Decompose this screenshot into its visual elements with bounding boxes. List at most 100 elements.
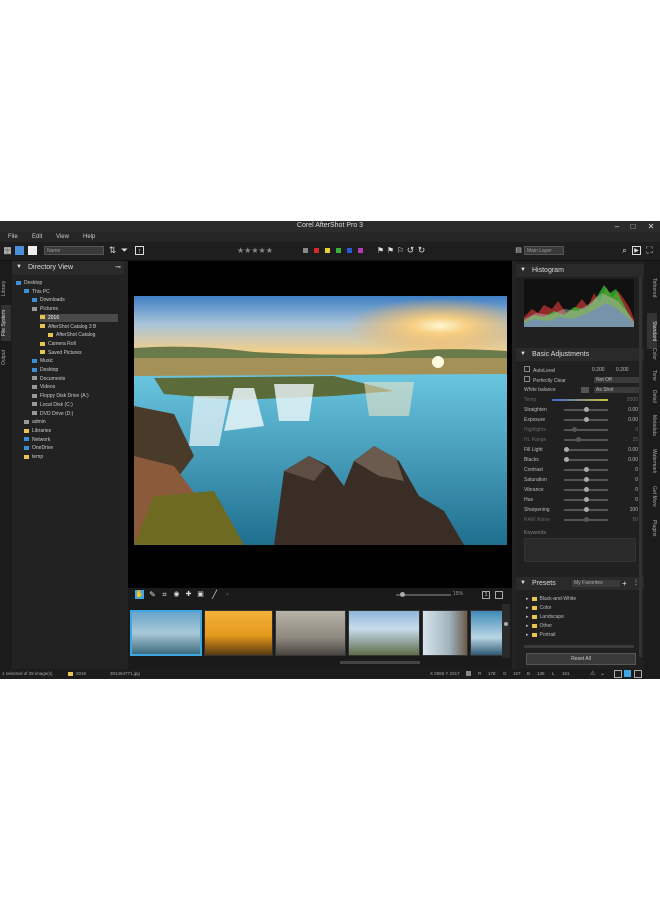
maximize-button[interactable]: □ xyxy=(626,221,640,232)
flag-reject-icon[interactable]: ⚑ xyxy=(386,246,395,255)
adjustment-value[interactable]: 25 xyxy=(618,436,638,444)
fit-icon[interactable]: 1 xyxy=(482,591,490,599)
eyedropper-icon[interactable]: ✎ xyxy=(148,590,157,599)
autolevel-low[interactable]: 0.200 xyxy=(592,366,605,374)
thumbnail[interactable] xyxy=(275,610,346,656)
adjustment-value[interactable]: 0.00 xyxy=(618,446,638,454)
tree-node[interactable]: Documents xyxy=(32,375,65,383)
expand-arrow-icon[interactable]: ▸ xyxy=(526,623,529,629)
eyedropper-icon[interactable] xyxy=(581,387,589,393)
tree-node[interactable]: 2016 xyxy=(40,313,118,322)
slider-knob[interactable] xyxy=(584,517,589,522)
autolevel-high[interactable]: 0.200 xyxy=(616,366,629,374)
crop-icon[interactable]: ⌗ xyxy=(160,590,169,599)
color-label-swatch[interactable] xyxy=(347,248,352,253)
expand-arrow-icon[interactable]: ▸ xyxy=(526,605,529,611)
tab-tone[interactable]: Tone xyxy=(647,365,657,385)
warning-icon[interactable]: ⚠ xyxy=(590,670,595,677)
thumbnail[interactable] xyxy=(348,610,420,656)
sort-direction-icon[interactable]: ⇅ xyxy=(108,246,117,255)
flag-clear-icon[interactable]: ⚐ xyxy=(396,246,405,255)
preset-folder[interactable]: ▸ Black-and-White xyxy=(526,595,576,603)
zoom-knob[interactable] xyxy=(400,592,405,597)
rotate-right-icon[interactable]: ↻ xyxy=(417,246,426,255)
chevron-down-icon[interactable]: ⌄ xyxy=(223,590,232,599)
flag-icon[interactable]: ⚑ xyxy=(376,246,385,255)
adjustment-slider[interactable] xyxy=(564,407,608,412)
adjustment-value[interactable]: 0 xyxy=(618,496,638,504)
tree-node[interactable]: DVD Drive (D:) xyxy=(32,410,73,418)
color-label-swatch[interactable] xyxy=(303,248,308,253)
adjustment-value[interactable]: 100 xyxy=(618,506,638,514)
main-photo[interactable] xyxy=(134,296,507,545)
tab-library[interactable]: Library xyxy=(1,273,11,303)
tab-watermark[interactable]: Watermark xyxy=(647,443,657,479)
slider-knob[interactable] xyxy=(584,497,589,502)
adjustment-value[interactable]: 0 xyxy=(618,426,638,434)
expand-arrow-icon[interactable]: ▸ xyxy=(526,614,529,620)
tree-node[interactable]: Pictures xyxy=(32,305,58,313)
zoom-slider[interactable] xyxy=(396,592,451,597)
keywords-field[interactable] xyxy=(524,538,636,562)
slider-knob[interactable] xyxy=(564,457,569,462)
slider-knob[interactable] xyxy=(584,407,589,412)
heal-icon[interactable]: ✚ xyxy=(184,590,193,599)
tree-node[interactable]: AfterShot Catalog 3 B xyxy=(40,323,96,331)
temp-value[interactable]: 5000 xyxy=(618,396,638,404)
tree-node[interactable]: Desktop xyxy=(16,279,42,287)
sort-select[interactable]: Name xyxy=(44,246,104,255)
adjustment-value[interactable]: 50 xyxy=(618,516,638,524)
adjustment-value[interactable]: 0.00 xyxy=(618,416,638,424)
search-icon[interactable]: ⌕ xyxy=(620,246,629,255)
hand-tool-icon[interactable]: ✋ xyxy=(135,590,144,599)
menu-edit[interactable]: Edit xyxy=(32,234,42,240)
presets-scrollbar[interactable] xyxy=(524,645,634,648)
perfectly-clear-select[interactable]: Not Off xyxy=(594,377,640,383)
tab-output[interactable]: Output xyxy=(1,345,11,369)
slider-knob[interactable] xyxy=(584,417,589,422)
adjustment-slider[interactable] xyxy=(564,517,608,522)
filmstrip-scrollbar[interactable] xyxy=(340,661,420,664)
thumbnail[interactable] xyxy=(422,610,468,656)
temp-slider[interactable] xyxy=(552,399,608,401)
adjustment-slider[interactable] xyxy=(564,417,608,422)
preset-folder[interactable]: ▸ Portrait xyxy=(526,631,556,639)
tab-detail[interactable]: Detail xyxy=(647,385,657,407)
preset-folder[interactable]: ▸ Color xyxy=(526,604,551,612)
add-preset-icon[interactable]: + xyxy=(622,577,627,590)
tree-node[interactable]: Local Disk (C:) xyxy=(32,401,73,409)
slideshow-icon[interactable]: ▶ xyxy=(632,246,641,255)
filmstrip-toggle-icon[interactable] xyxy=(495,591,503,599)
thumbnail[interactable] xyxy=(204,610,273,656)
fullscreen-icon[interactable]: ⛶ xyxy=(645,246,654,255)
adjustment-slider[interactable] xyxy=(564,427,608,432)
tab-tethered[interactable]: Tethered xyxy=(647,271,657,305)
layer-select[interactable]: Main Layer xyxy=(524,246,564,255)
collapse-arrow-icon[interactable]: ▼ xyxy=(16,264,22,270)
color-label-swatch[interactable] xyxy=(325,248,330,253)
redeye-icon[interactable]: ◉ xyxy=(172,590,181,599)
tree-node[interactable]: OneDrive xyxy=(24,444,53,452)
slider-knob[interactable] xyxy=(584,477,589,482)
tab-get-more[interactable]: Get More xyxy=(647,481,657,511)
panel-scrollbar[interactable] xyxy=(639,277,642,657)
tree-node[interactable]: Music xyxy=(32,357,53,365)
slider-knob[interactable] xyxy=(572,427,577,432)
tree-node[interactable]: admin xyxy=(24,418,46,426)
adjustment-slider[interactable] xyxy=(564,477,608,482)
single-view-icon[interactable] xyxy=(15,246,24,255)
adjustment-slider[interactable] xyxy=(564,437,608,442)
slider-knob[interactable] xyxy=(584,507,589,512)
color-label-swatch[interactable] xyxy=(336,248,341,253)
thumbnail[interactable] xyxy=(470,610,504,656)
close-button[interactable]: ✕ xyxy=(644,221,658,232)
presets-filter-select[interactable]: My Favorites xyxy=(572,580,620,587)
adjustment-slider[interactable] xyxy=(564,467,608,472)
adjustment-slider[interactable] xyxy=(564,457,608,462)
expand-arrow-icon[interactable]: ▸ xyxy=(526,596,529,602)
preset-folder[interactable]: ▸ Other xyxy=(526,622,552,630)
tab-file-system[interactable]: File System xyxy=(1,305,11,341)
color-label-swatch[interactable] xyxy=(358,248,363,253)
layout-active-icon[interactable] xyxy=(624,670,631,677)
tree-node[interactable]: This PC xyxy=(24,288,50,296)
